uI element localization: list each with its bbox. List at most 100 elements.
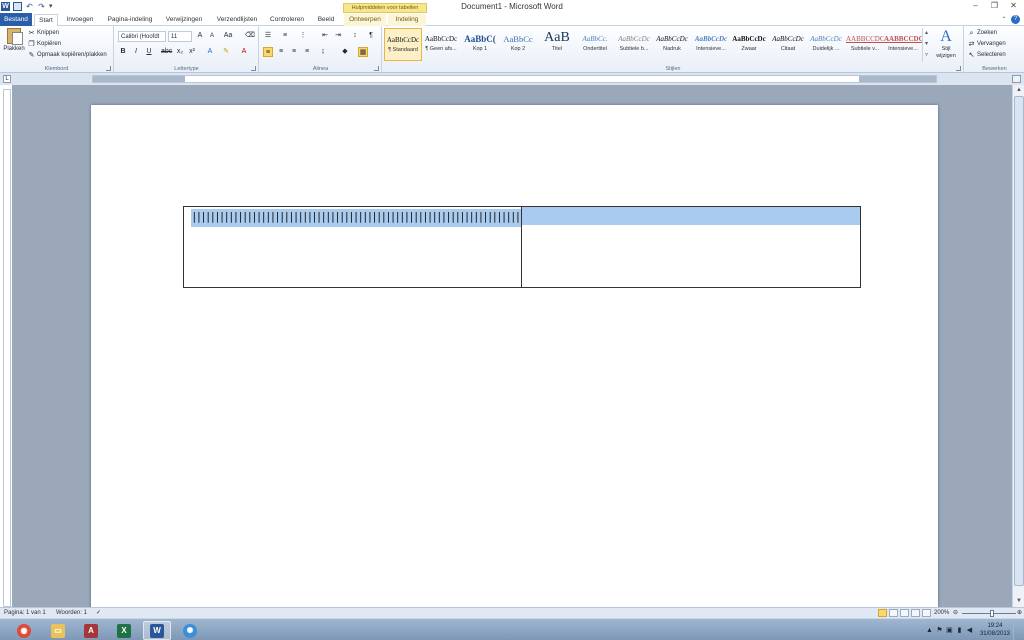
shrink-font-icon[interactable]: A xyxy=(207,31,217,41)
show-marks-icon[interactable]: ¶ xyxy=(366,31,376,41)
decrease-indent-icon[interactable]: ⇤ xyxy=(320,31,330,41)
action-center-icon[interactable]: ⚑ xyxy=(936,627,943,634)
table-cell[interactable]: ||||||||||||||||||||||||||||||||||||||||… xyxy=(183,206,522,288)
word-count[interactable]: Woorden: 1 xyxy=(56,608,87,618)
tab-ontwerpen[interactable]: Ontwerpen xyxy=(344,14,386,26)
align-center-icon[interactable]: ≡ xyxy=(276,47,286,57)
change-case-icon[interactable]: Aa xyxy=(223,31,233,41)
help-icon[interactable]: ? xyxy=(1011,15,1020,24)
tab-verzendlijsten[interactable]: Verzendlijsten xyxy=(212,14,262,26)
font-color-icon[interactable]: A xyxy=(239,47,249,57)
italic-icon[interactable]: I xyxy=(131,47,141,57)
view-ruler-icon[interactable] xyxy=(1012,75,1021,83)
maximize-icon[interactable]: ❐ xyxy=(986,1,1003,11)
superscript-icon[interactable]: x² xyxy=(187,47,197,57)
outline-view-icon[interactable] xyxy=(911,609,920,617)
close-icon[interactable]: ✕ xyxy=(1005,1,1022,11)
style-subtiele-verwijzing[interactable]: AABBCCDC Subtiele v... xyxy=(846,28,884,61)
sort-icon[interactable]: ↕ xyxy=(350,31,360,41)
tab-verwijzingen[interactable]: Verwijzingen xyxy=(160,14,208,26)
style-intensieve-verwijzing[interactable]: AABBCCDC Intensieve... xyxy=(884,28,922,61)
tab-indeling[interactable]: Indeling xyxy=(388,14,426,26)
highlight-icon[interactable]: ✎ xyxy=(221,47,231,57)
style-intensieve-nadruk[interactable]: AaBbCcDc Intensieve... xyxy=(692,28,730,61)
document-table[interactable]: ||||||||||||||||||||||||||||||||||||||||… xyxy=(183,206,861,288)
subscript-icon[interactable]: x₂ xyxy=(175,47,185,57)
format-painter-button[interactable]: ✎ Opmaak kopiëren/plakken xyxy=(28,50,107,61)
find-button[interactable]: ⌕ Zoeken xyxy=(968,28,997,39)
zoom-level[interactable]: 200% xyxy=(934,608,949,618)
select-button[interactable]: ↖ Selecteren xyxy=(968,50,1006,61)
style-zwaar[interactable]: AaBbCcDc Zwaar xyxy=(730,28,768,61)
zoom-slider[interactable] xyxy=(962,613,1016,614)
minimize-icon[interactable]: – xyxy=(967,1,984,11)
excel-taskbar-icon[interactable]: X xyxy=(110,621,138,640)
cut-button[interactable]: ✂ Knippen xyxy=(28,28,59,39)
explorer-taskbar-icon[interactable]: ▭ xyxy=(44,621,72,640)
multilevel-list-icon[interactable]: ⋮ xyxy=(298,31,308,41)
styles-gallery-scroll[interactable]: ▴ ▾ ▿ xyxy=(922,28,930,62)
line-spacing-icon[interactable]: ↨ xyxy=(318,47,328,57)
change-styles-button[interactable]: A Stijl wijzigen xyxy=(930,28,962,60)
zoom-in-icon[interactable]: ⊕ xyxy=(1017,608,1022,618)
style-titel[interactable]: AaB Titel xyxy=(538,28,576,61)
zoom-slider-thumb[interactable] xyxy=(990,610,994,617)
borders-icon[interactable]: ▦ xyxy=(358,47,368,57)
tab-stop-selector[interactable]: L xyxy=(3,75,11,83)
document-page[interactable]: ||||||||||||||||||||||||||||||||||||||||… xyxy=(91,105,938,607)
bullets-icon[interactable]: ☰ xyxy=(263,31,273,41)
text-effects-icon[interactable]: A xyxy=(205,47,215,57)
justify-icon[interactable]: ≡ xyxy=(302,47,312,57)
align-left-icon[interactable]: ≡ xyxy=(263,47,273,57)
clear-formatting-icon[interactable]: ⌫ xyxy=(245,31,255,41)
style-duidelijk-citaat[interactable]: AaBbCcDc Duidelijk ... xyxy=(807,28,845,61)
page-count[interactable]: Pagina: 1 van 1 xyxy=(4,608,46,618)
tab-bestand[interactable]: Bestand xyxy=(0,13,32,26)
print-layout-view-icon[interactable] xyxy=(878,609,887,617)
scroll-thumb[interactable] xyxy=(1014,96,1024,586)
scroll-down-icon[interactable]: ▼ xyxy=(1014,597,1024,606)
network-icon[interactable]: ▣ xyxy=(946,627,953,634)
word-taskbar-icon[interactable]: W xyxy=(143,621,171,640)
show-hidden-icons-icon[interactable]: ▲ xyxy=(926,627,933,634)
align-right-icon[interactable]: ≡ xyxy=(289,47,299,57)
vertical-ruler[interactable] xyxy=(3,89,11,607)
power-icon[interactable]: ▮ xyxy=(956,627,963,634)
proofing-icon[interactable]: ✓ xyxy=(96,608,101,618)
web-layout-view-icon[interactable] xyxy=(900,609,909,617)
style-citaat[interactable]: AaBbCcDc Citaat xyxy=(769,28,807,61)
font-size-select[interactable]: 11 xyxy=(168,31,192,42)
style-kop-2[interactable]: AaBbCc Kop 2 xyxy=(499,28,537,61)
minimize-ribbon-icon[interactable]: ⌃ xyxy=(1000,16,1008,24)
clipboard-launcher-icon[interactable] xyxy=(106,66,111,71)
paste-button[interactable]: Plakken xyxy=(2,28,26,62)
tab-controleren[interactable]: Controleren xyxy=(266,14,308,26)
style-ondertitel[interactable]: AaBbCc. Ondertitel xyxy=(576,28,614,61)
scroll-up-icon[interactable]: ▲ xyxy=(1014,86,1024,95)
tab-invoegen[interactable]: Invoegen xyxy=(62,14,98,26)
strikethrough-icon[interactable]: abc xyxy=(161,47,172,57)
full-screen-view-icon[interactable] xyxy=(889,609,898,617)
style-standaard[interactable]: AaBbCcDc ¶ Standaard xyxy=(384,28,422,61)
style-geen-afstand[interactable]: AaBbCcDc ¶ Geen afs... xyxy=(422,28,460,61)
draft-view-icon[interactable] xyxy=(922,609,931,617)
style-nadruk[interactable]: AaBbCcDc Nadruk xyxy=(653,28,691,61)
table-cell[interactable] xyxy=(521,206,861,288)
shading-icon[interactable]: ◆ xyxy=(340,47,350,57)
zoom-out-icon[interactable]: ⊖ xyxy=(953,608,958,618)
tab-beeld[interactable]: Beeld xyxy=(312,14,340,26)
tab-pagina-indeling[interactable]: Pagina-indeling xyxy=(102,14,158,26)
copy-button[interactable]: ❐ Kopiëren xyxy=(28,39,61,50)
increase-indent-icon[interactable]: ⇥ xyxy=(333,31,343,41)
grow-font-icon[interactable]: A xyxy=(195,31,205,41)
bold-icon[interactable]: B xyxy=(118,47,128,57)
clock[interactable]: 19:24 31/08/2013 xyxy=(980,622,1010,638)
font-launcher-icon[interactable] xyxy=(251,66,256,71)
volume-icon[interactable]: ◀ xyxy=(966,627,973,634)
style-kop-1[interactable]: AaBbC( Kop 1 xyxy=(461,28,499,61)
numbering-icon[interactable]: ≡ xyxy=(280,31,290,41)
font-name-select[interactable]: Calibri (Hoofdt xyxy=(118,31,166,42)
paragraph-launcher-icon[interactable] xyxy=(374,66,379,71)
messenger-taskbar-icon[interactable]: ✺ xyxy=(176,621,204,640)
access-taskbar-icon[interactable]: A xyxy=(77,621,105,640)
